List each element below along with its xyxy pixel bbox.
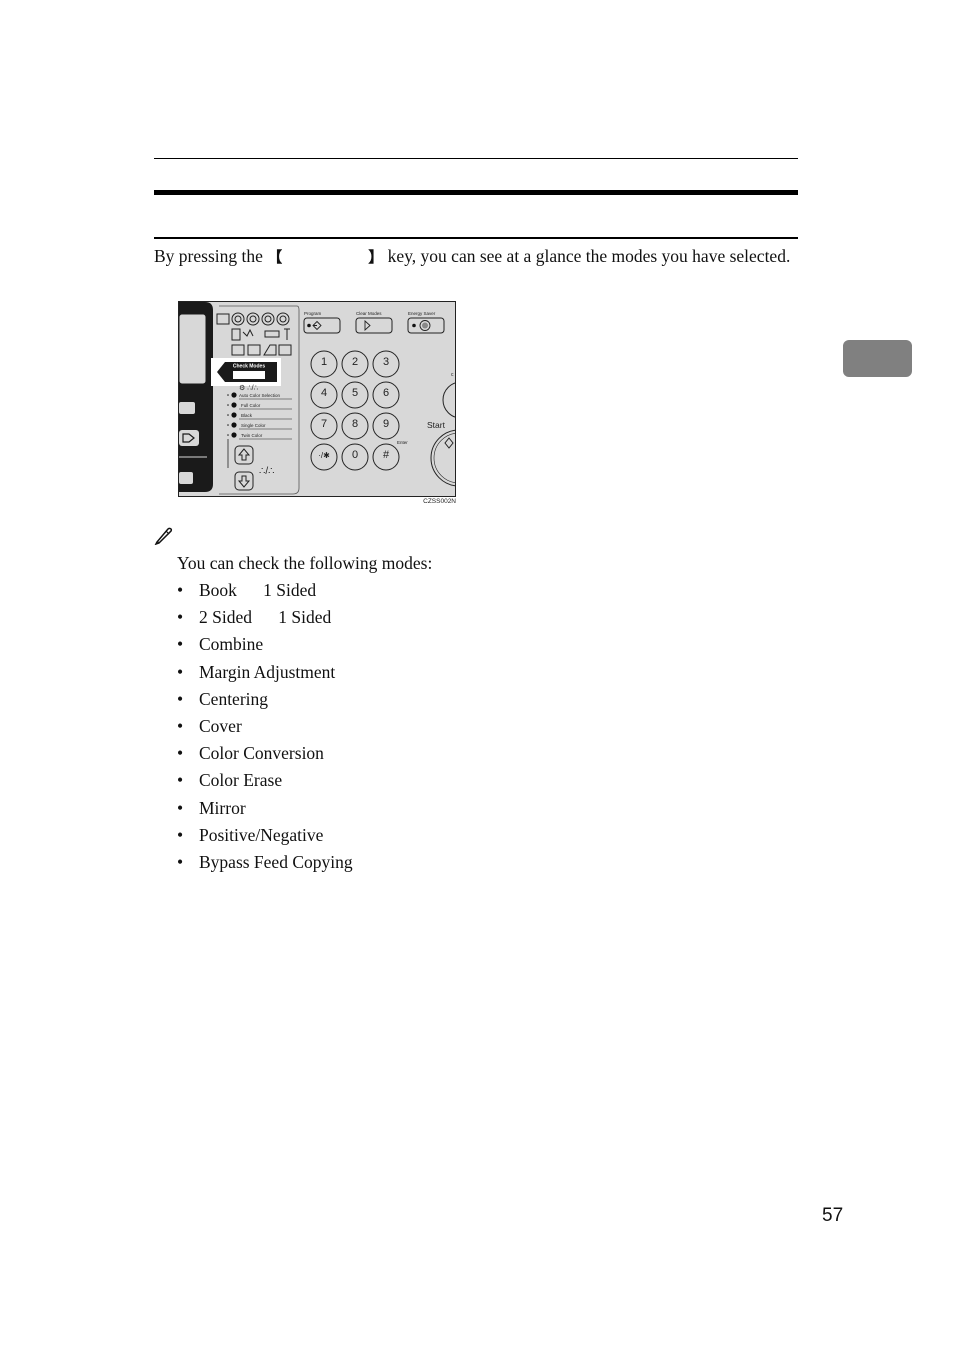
svg-text:⚙ ∴/∴: ⚙ ∴/∴ <box>239 384 259 392</box>
note-text: You can check the following modes: <box>177 553 433 573</box>
keypad-key-label: 5 <box>352 387 358 399</box>
page-number: 57 <box>822 1205 844 1226</box>
side-button <box>179 402 195 414</box>
color-mode-auto: Auto Color Selection <box>239 393 281 398</box>
figure-code: CZSS002N <box>423 498 456 505</box>
clear-modes-button <box>355 317 393 334</box>
partial-button <box>442 382 455 418</box>
control-panel-figure: Check Modes ⚙ ∴/∴ Auto Color Selection F… <box>178 301 456 497</box>
check-modes-label: Check Modes <box>233 364 265 370</box>
color-mode-twin: Twin Color <box>241 433 263 438</box>
intro-after: key, you can see at a glance the modes y… <box>383 246 791 266</box>
enter-label: Enter <box>397 440 408 445</box>
color-mode-single: Single Color <box>241 423 266 428</box>
color-mode-black: Black <box>241 413 253 418</box>
svg-text:c: c <box>451 372 454 378</box>
color-mode-list: Auto Color Selection Full Color Black Si… <box>227 392 292 440</box>
list-item: • Book 1 Sided <box>177 580 317 600</box>
up-arrow-icon <box>237 448 251 461</box>
program-label: Program <box>304 311 322 316</box>
keypad-key-label: 1 <box>321 356 327 368</box>
intro-before: By pressing the <box>154 246 268 266</box>
keypad-key-label: ·/✱ <box>318 451 330 460</box>
side-button-2 <box>179 472 193 484</box>
list-item: • 2 Sided 1 Sided <box>177 607 332 628</box>
list-item: • Margin Adjustment <box>177 661 336 682</box>
keypad-key-label: # <box>383 449 390 461</box>
keypad-key-label: 9 <box>383 418 389 430</box>
chapter-tab-marker <box>843 340 912 377</box>
keypad-key-label: 7 <box>321 418 327 430</box>
side-arrow-button <box>179 430 199 446</box>
keypad-key-label: 2 <box>352 356 358 368</box>
header-rule-thick <box>154 190 798 195</box>
svg-text:∴/∴: ∴/∴ <box>259 466 275 477</box>
list-item: • Color Conversion <box>177 743 324 764</box>
list-item: • Positive/Negative <box>177 824 324 845</box>
list-item: • Color Erase <box>177 770 283 791</box>
key-bracket-open: 【 <box>267 248 283 266</box>
section-rule <box>154 237 798 239</box>
mode-list: • Book 1 Sided • 2 Sided 1 Sided • Combine … <box>177 578 353 877</box>
keypad-key-label: 4 <box>321 387 327 399</box>
keypad: 1 2 3 4 5 6 7 8 9 ·/✱ 0 # <box>310 350 400 471</box>
header-rule-thin <box>154 158 798 159</box>
energy-saver-label: Energy Saver <box>408 311 436 316</box>
list-item: • Mirror <box>177 797 246 818</box>
keypad-key-label: 8 <box>352 418 358 430</box>
list-item: • Combine <box>177 634 264 655</box>
down-arrow-icon <box>237 475 251 488</box>
clear-modes-label: Clear Modes <box>356 311 382 316</box>
list-item: • Bypass Feed Copying <box>177 851 353 872</box>
keypad-key-label: 6 <box>383 387 389 399</box>
key-bracket-close: 】 <box>368 248 384 266</box>
color-mode-full: Full Color <box>241 403 261 408</box>
intro-paragraph: By pressing the 【 】 key, you can see at a… <box>154 246 798 267</box>
pencil-note-icon <box>154 527 173 545</box>
keypad-key-label: 3 <box>383 356 389 368</box>
status-icons <box>216 312 292 356</box>
list-item: • Centering <box>177 688 269 709</box>
keypad-key-label: 0 <box>352 449 358 461</box>
check-modes-key <box>233 371 265 379</box>
lcd-screen <box>179 313 207 385</box>
start-label: Start <box>427 420 446 430</box>
list-item: • Cover <box>177 715 242 736</box>
